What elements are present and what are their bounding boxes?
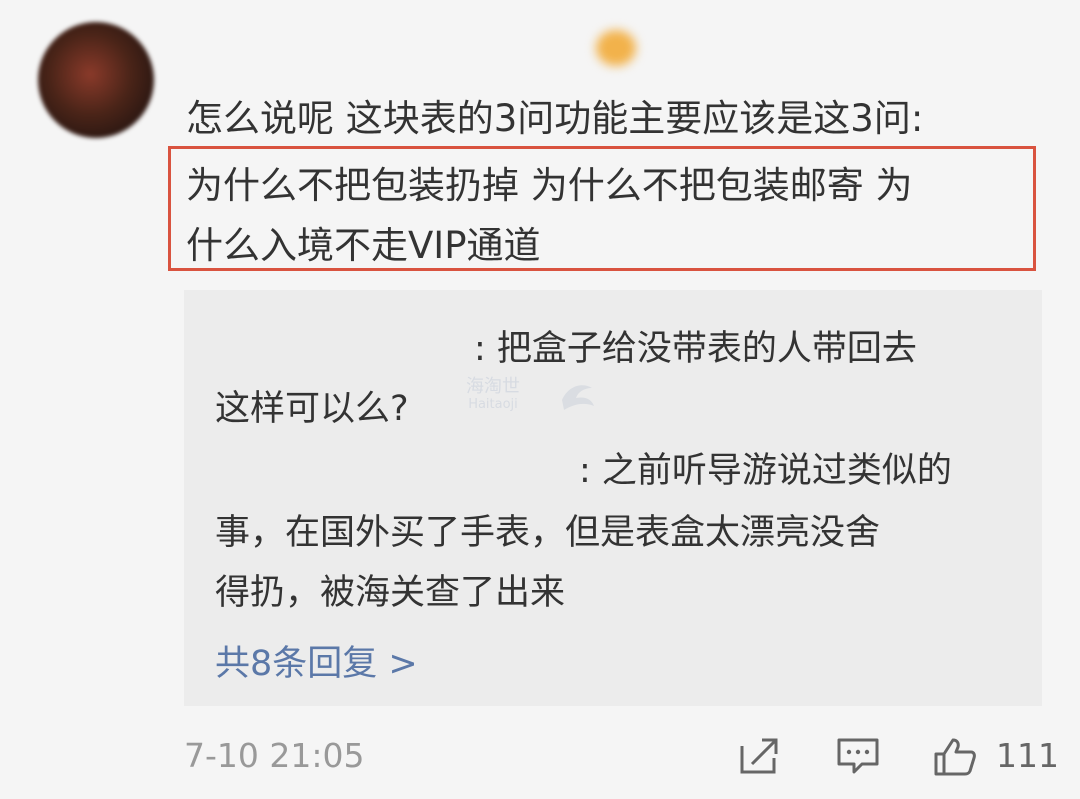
comment-timestamp: 7-10 21:05 [184,736,365,775]
username[interactable] [186,30,586,66]
comment-icon[interactable] [836,736,880,776]
watermark-line-2: Haitaoji [468,397,518,412]
comment-text-line-2: 为什么不把包装扔掉 为什么不把包装邮寄 为 [186,164,913,207]
like-count: 111 [996,736,1059,775]
like-icon[interactable] [933,736,977,776]
share-icon[interactable] [738,736,782,776]
comment-text-line-1: 怎么说呢 这块表的3问功能主要应该是这3问: [186,97,924,140]
reply-text: : 之前听导游说过类似的 [579,451,952,491]
more-replies-link[interactable]: 共8条回复 > [215,635,418,686]
watermark: 海淘世 Haitaoji [466,378,520,414]
reply-text: 事，在国外买了手表，但是表盒太漂亮没舍 [215,513,881,553]
replies-panel: 海淘世 Haitaoji : 把盒子给没带表的人带回去 这样可以么? : 之前听… [184,290,1042,706]
watermark-logo-icon [562,385,594,410]
user-badge-icon [596,30,636,66]
comment-text-line-3: 什么入境不走VIP通道 [186,224,541,267]
watermark-line-1: 海淘世 [466,376,520,397]
reply-text: 得扔，被海关查了出来 [215,573,566,613]
reply-text: : 把盒子给没带表的人带回去 [474,329,917,369]
reply-text: 这样可以么? [215,389,409,429]
avatar[interactable] [38,22,154,138]
